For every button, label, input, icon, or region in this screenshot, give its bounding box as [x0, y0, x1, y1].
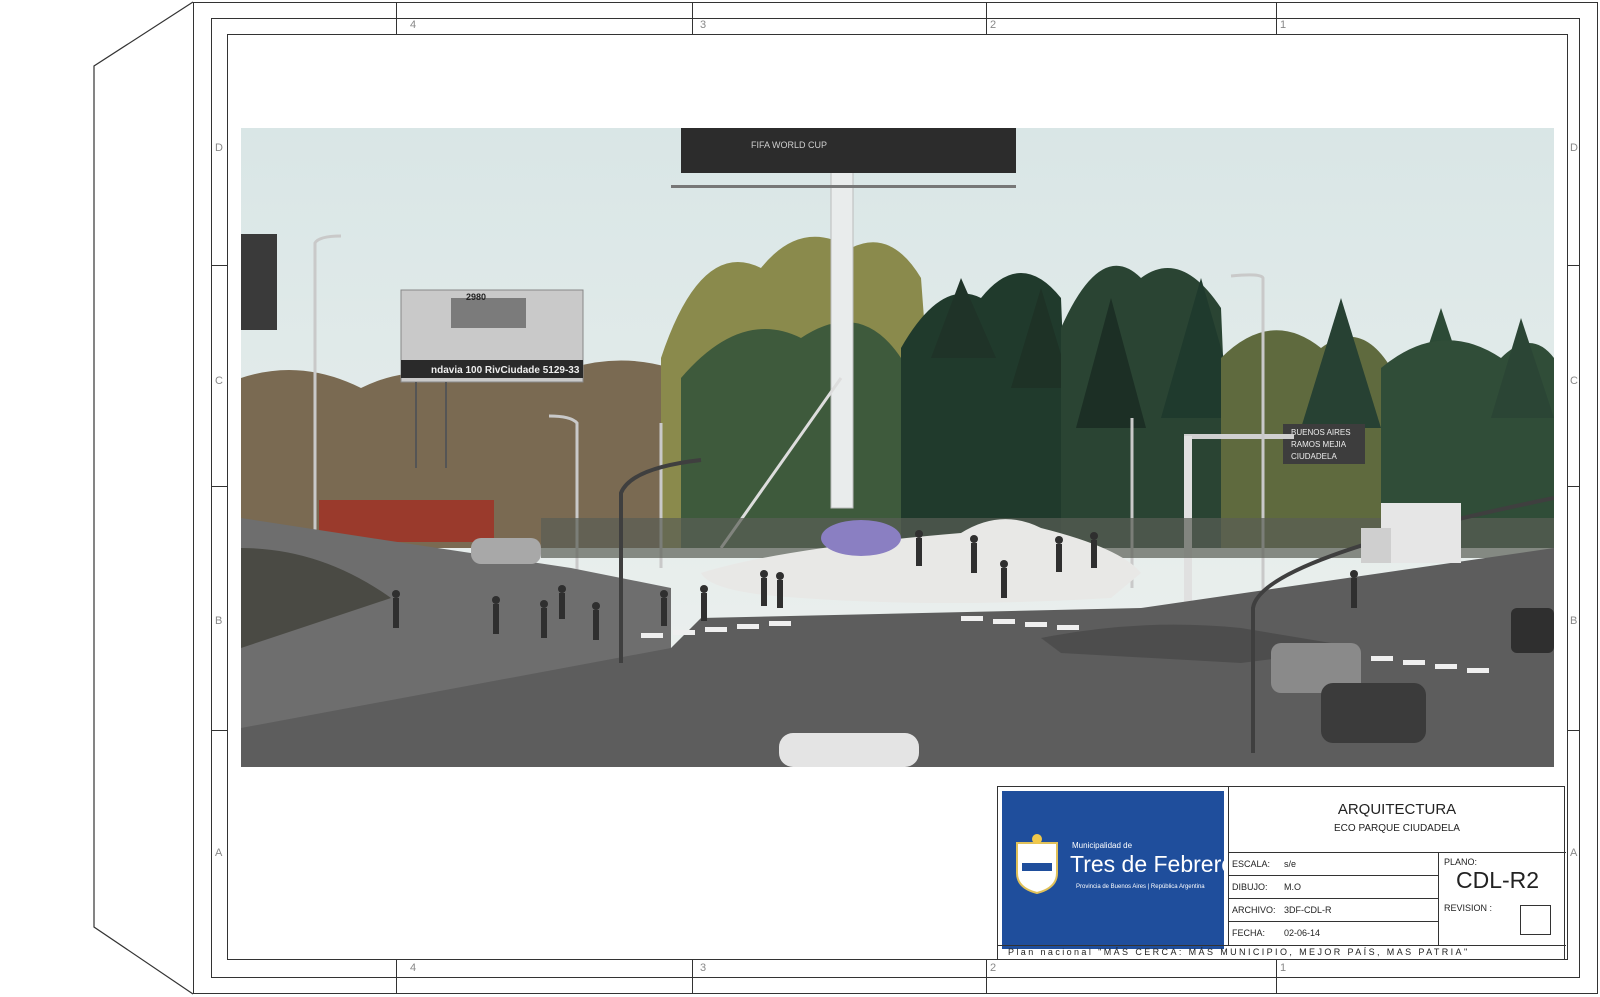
title-block: Municipalidad de Tres de Febrero Provinc… [997, 786, 1566, 960]
zone-tick [986, 960, 987, 994]
field-value-escala: s/e [1284, 859, 1297, 869]
billboard-top-text: 2980 [466, 292, 486, 302]
column-label: 2 [990, 19, 997, 31]
row-label: B [215, 615, 223, 627]
zone-tick [692, 2, 693, 34]
billboard-text: FIFA WORLD CUP [751, 140, 827, 150]
municipality-logo: Municipalidad de Tres de Febrero Provinc… [1002, 791, 1234, 949]
plano-value: CDL-R2 [1456, 867, 1540, 893]
field-label-dibujo: DIBUJO: [1232, 882, 1268, 892]
project-title: ECO PARQUE CIUDADELA [1334, 823, 1460, 834]
field-value-fecha: 02-06-14 [1284, 928, 1321, 938]
row-label: D [215, 142, 223, 154]
row-label: B [1570, 615, 1578, 627]
zone-tick [1568, 730, 1580, 731]
logo-name: Tres de Febrero [1070, 851, 1235, 877]
column-label: 2 [990, 962, 997, 974]
column-label: 1 [1280, 19, 1287, 31]
zone-tick [1276, 2, 1277, 34]
title-divider [1228, 852, 1566, 853]
zone-tick [396, 2, 397, 34]
field-divider [1438, 852, 1439, 945]
row-label: A [1570, 847, 1578, 859]
revision-box [1520, 905, 1551, 935]
plan-footer: Plan nacional "MÁS CERCA: MÁS MUNICIPIO,… [1008, 947, 1470, 957]
title-divider [998, 945, 1566, 946]
architectural-render: FIFA WORLD CUP 2980 ndavia 100 RivCiudad… [241, 128, 1554, 767]
plano-label: PLANO: [1444, 857, 1478, 867]
column-label: 4 [410, 962, 417, 974]
field-label-escala: ESCALA: [1232, 859, 1271, 869]
zone-tick [692, 960, 693, 994]
revision-label: REVISION : [1444, 903, 1493, 913]
logo-prefix: Municipalidad de [1072, 841, 1133, 850]
billboard-left-text: ndavia 100 RivCiudade 5129-33 [431, 365, 580, 376]
column-label: 3 [700, 962, 707, 974]
road-sign-line: CIUDADELA [1291, 452, 1337, 461]
road-sign-line: RAMOS MEJIA [1291, 440, 1347, 449]
column-label: 4 [410, 19, 417, 31]
render-illustration: FIFA WORLD CUP 2980 ndavia 100 RivCiudad… [241, 128, 1554, 767]
row-label: D [1570, 142, 1578, 154]
field-divider [1228, 921, 1438, 922]
zone-tick [211, 265, 227, 266]
zone-tick [211, 730, 227, 731]
flower-bed [821, 520, 901, 556]
field-value-archivo: 3DF-CDL-R [1284, 905, 1332, 915]
row-label: A [215, 847, 223, 859]
field-label-fecha: FECHA: [1232, 928, 1266, 938]
road-sign-line: BUENOS AIRES [1291, 428, 1351, 437]
field-divider [1228, 875, 1438, 876]
row-label: C [1570, 375, 1578, 387]
zone-tick [1568, 265, 1580, 266]
zone-tick [1276, 960, 1277, 994]
column-label: 3 [700, 19, 707, 31]
field-value-dibujo: M.O [1284, 882, 1301, 892]
logo-subtitle: Provincia de Buenos Aires | República Ar… [1076, 884, 1205, 890]
sheet-fold-outline [93, 1, 194, 995]
zone-tick [211, 486, 227, 487]
zone-tick [1568, 486, 1580, 487]
zone-tick [986, 2, 987, 34]
municipality-shield-icon [1016, 834, 1058, 895]
field-divider [1228, 898, 1438, 899]
zone-tick [396, 960, 397, 994]
field-label-archivo: ARCHIVO: [1232, 905, 1276, 915]
department-title: ARQUITECTURA [1337, 801, 1457, 818]
column-label: 1 [1280, 962, 1287, 974]
row-label: C [215, 375, 223, 387]
